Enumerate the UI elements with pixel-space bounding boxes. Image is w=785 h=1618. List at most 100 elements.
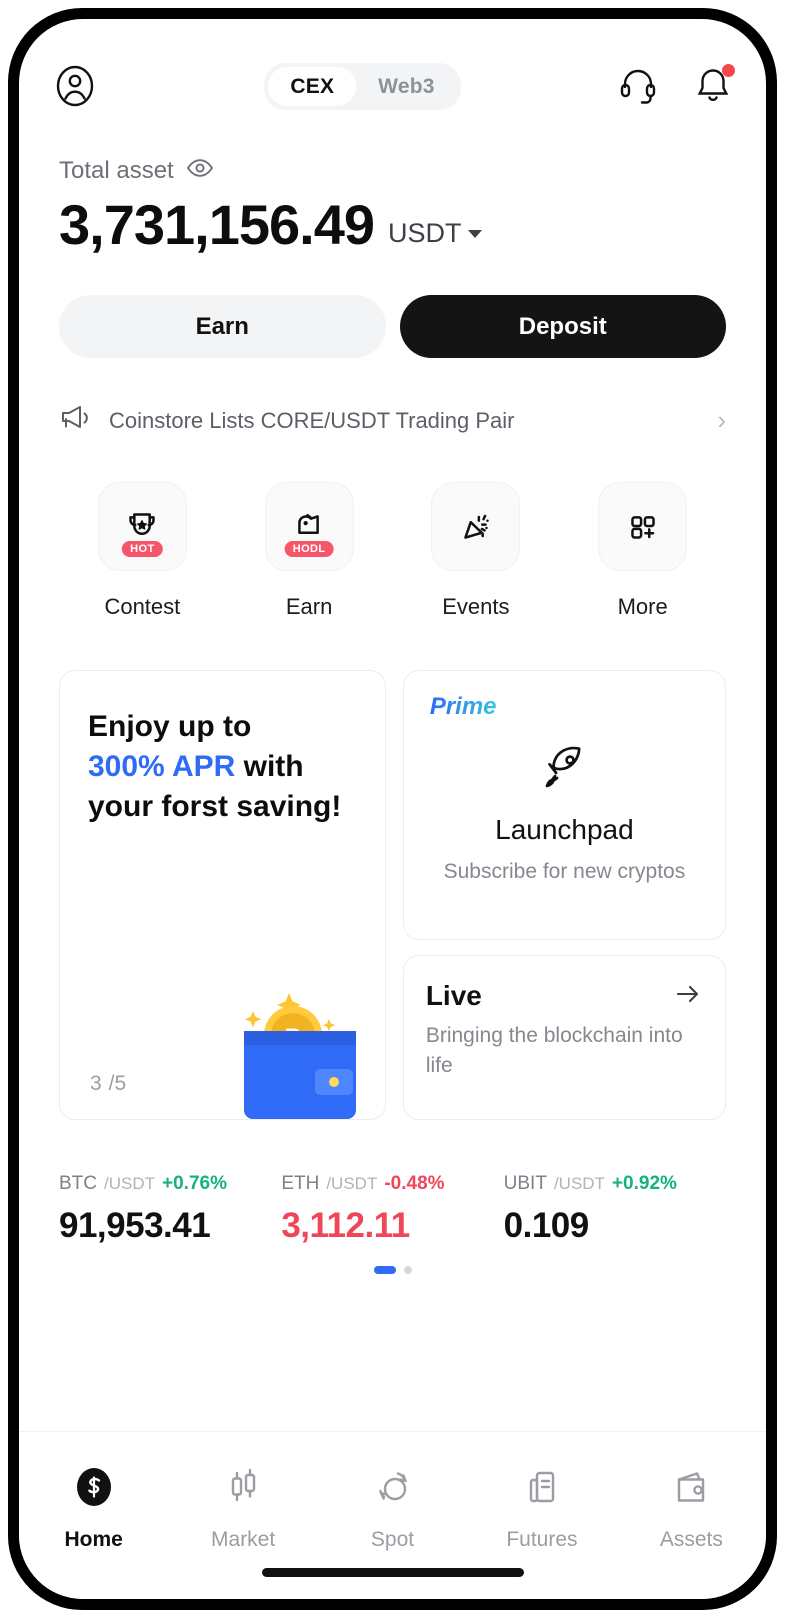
ticker-change: +0.76% — [162, 1173, 227, 1194]
live-subtitle: Bringing the blockchain into life — [425, 1024, 683, 1077]
ticker-price: 0.109 — [503, 1206, 590, 1245]
hodl-badge: HODL — [284, 541, 334, 557]
ticker-change: -0.48% — [384, 1173, 445, 1194]
candlestick-icon — [221, 1464, 265, 1515]
eye-icon[interactable] — [186, 157, 214, 185]
promo-counter: 3 /5 — [90, 1068, 126, 1097]
nav-item-futures[interactable]: Futures — [467, 1464, 616, 1552]
promo-right-column: Prime Launchpad Subscribe for new crypto… — [402, 670, 726, 1120]
ticker-ubit[interactable]: UBIT/USDT +0.92% 0.109 — [504, 1173, 726, 1246]
notification-badge-dot — [722, 64, 735, 77]
ticker-base: UBIT — [503, 1173, 547, 1194]
grid-plus-icon — [598, 482, 688, 571]
total-asset-section: Total asset 3,731,156.49 USDT — [19, 119, 766, 253]
rocket-icon — [536, 739, 592, 800]
promo-counter-total: /5 — [108, 1072, 127, 1095]
hot-badge: HOT — [122, 541, 163, 557]
ticker-quote: /USDT — [326, 1174, 378, 1193]
ticker-quote: /USDT — [104, 1174, 155, 1193]
top-bar-actions — [617, 63, 735, 110]
coinstore-logo-icon — [72, 1464, 116, 1515]
bell-icon[interactable] — [693, 64, 735, 107]
megaphone-icon — [59, 403, 93, 438]
ticker-quote: /USDT — [553, 1174, 605, 1193]
quick-actions: HOT Contest HODL Earn Events More — [19, 438, 766, 620]
chevron-right-icon[interactable]: › — [717, 405, 726, 436]
piggy-bank-icon: HODL — [264, 482, 354, 571]
party-popper-icon — [431, 482, 521, 571]
launchpad-card[interactable]: Prime Launchpad Subscribe for new crypto… — [402, 670, 726, 940]
ticker-header: BTC/USDT +0.76% — [59, 1173, 281, 1195]
carousel-pagination — [19, 1266, 766, 1274]
total-asset-label: Total asset — [59, 157, 174, 184]
saving-promo-card[interactable]: Enjoy up to 300% APR with your forst sav… — [59, 670, 386, 1120]
ticker-btc[interactable]: BTC/USDT +0.76% 91,953.41 — [59, 1173, 281, 1246]
nav-item-spot[interactable]: Spot — [318, 1464, 467, 1552]
ticker-header: ETH/USDT -0.48% — [281, 1173, 503, 1195]
home-indicator — [261, 1568, 524, 1577]
promo-highlight: 300% APR — [88, 749, 236, 783]
ticker-row: BTC/USDT +0.76% 91,953.41 ETH/USDT -0.48… — [19, 1120, 766, 1246]
quick-action-label: Events — [442, 594, 510, 619]
app-screen: CEX Web3 Total asset 3,731,156.49 USDT E… — [19, 19, 766, 1599]
total-asset-value-row: 3,731,156.49 USDT — [59, 197, 726, 253]
nav-label: Futures — [506, 1528, 578, 1551]
bottom-nav: Home Market Spot Futures Assets — [19, 1431, 766, 1599]
currency-label: USDT — [387, 218, 462, 248]
deposit-button[interactable]: Deposit — [399, 295, 726, 358]
quick-action-label: Earn — [285, 594, 333, 619]
wallet-icon — [669, 1464, 713, 1515]
document-chart-icon — [520, 1464, 564, 1515]
swap-circles-icon — [371, 1464, 415, 1515]
wallet-bitcoin-illustration: B — [189, 959, 379, 1119]
quick-action-events[interactable]: Events — [393, 482, 560, 620]
tab-cex[interactable]: CEX — [268, 66, 357, 106]
nav-item-home[interactable]: Home — [19, 1464, 168, 1552]
promo-line-1: Enjoy up to — [88, 710, 252, 743]
arrow-right-icon[interactable] — [675, 983, 701, 1012]
ticker-change: +0.92% — [611, 1173, 677, 1194]
quick-action-earn[interactable]: HODL Earn — [226, 482, 393, 620]
saving-promo-headline: Enjoy up to 300% APR with your forst sav… — [88, 707, 357, 827]
launchpad-subtitle: Subscribe for new cryptos — [443, 860, 686, 883]
announcement-banner[interactable]: Coinstore Lists CORE/USDT Trading Pair › — [19, 358, 766, 438]
ticker-base: ETH — [281, 1173, 320, 1194]
quick-action-label: Contest — [104, 594, 181, 619]
ticker-price: 91,953.41 — [59, 1206, 211, 1245]
headset-icon[interactable] — [617, 63, 659, 110]
currency-selector[interactable]: USDT — [388, 218, 483, 253]
announcement-text: Coinstore Lists CORE/USDT Trading Pair — [109, 407, 515, 433]
total-asset-amount: 3,731,156.49 — [59, 193, 375, 256]
earn-button[interactable]: Earn — [59, 295, 386, 358]
ticker-eth[interactable]: ETH/USDT -0.48% 3,112.11 — [281, 1173, 503, 1246]
quick-action-more[interactable]: More — [559, 482, 726, 620]
promo-counter-current: 3 — [90, 1072, 102, 1095]
total-asset-label-row: Total asset — [59, 157, 726, 185]
live-card[interactable]: Live Bringing the blockchain into life — [402, 955, 726, 1120]
phone-frame: CEX Web3 Total asset 3,731,156.49 USDT E… — [8, 8, 777, 1610]
nav-label: Assets — [659, 1528, 723, 1551]
trophy-icon: HOT — [97, 482, 187, 571]
nav-label: Spot — [370, 1528, 415, 1551]
nav-item-market[interactable]: Market — [168, 1464, 317, 1552]
top-bar: CEX Web3 — [19, 19, 766, 119]
quick-action-label: More — [617, 594, 668, 619]
carousel-dot-active[interactable] — [373, 1266, 396, 1274]
user-circle-icon[interactable] — [52, 63, 98, 109]
nav-item-assets[interactable]: Assets — [617, 1464, 766, 1552]
cex-web3-toggle[interactable]: CEX Web3 — [264, 62, 461, 110]
promo-line-3: your forst saving! — [88, 789, 342, 823]
quick-action-contest[interactable]: HOT Contest — [59, 482, 226, 620]
primary-actions: Earn Deposit — [19, 253, 766, 358]
carousel-dot[interactable] — [403, 1266, 412, 1274]
chevron-down-icon — [468, 229, 483, 238]
ticker-base: BTC — [59, 1173, 97, 1194]
nav-label: Home — [64, 1528, 123, 1551]
promo-line-2-tail: with — [235, 749, 304, 783]
live-title: Live — [425, 980, 482, 1011]
promo-section: Enjoy up to 300% APR with your forst sav… — [19, 620, 766, 1120]
prime-tag: Prime — [429, 693, 497, 720]
ticker-price: 3,112.11 — [281, 1206, 410, 1245]
launchpad-title: Launchpad — [495, 814, 634, 845]
tab-web3[interactable]: Web3 — [356, 67, 456, 106]
